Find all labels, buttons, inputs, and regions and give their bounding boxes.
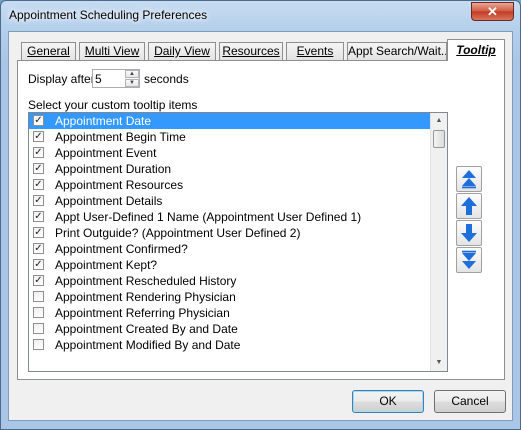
checkbox-checked[interactable]: ✓ <box>33 211 44 222</box>
tab-resources[interactable]: Resources <box>219 42 283 60</box>
spin-up-button[interactable]: ▲ <box>125 70 139 78</box>
scroll-thumb[interactable] <box>433 130 445 148</box>
checkbox-checked[interactable]: ✓ <box>33 147 44 158</box>
list-item[interactable]: ✓ Appointment Date <box>29 113 447 129</box>
checkbox-checked[interactable]: ✓ <box>33 259 44 270</box>
window-title: Appointment Scheduling Preferences <box>9 8 208 22</box>
dialog-client: General Multi View Daily View Resources … <box>8 31 513 421</box>
list-item-label: Print Outguide? (Appointment User Define… <box>55 226 301 240</box>
tab-label: Multi View <box>84 44 140 58</box>
tab-general[interactable]: General <box>21 42 76 60</box>
title-bar[interactable]: Appointment Scheduling Preferences ✕ <box>1 1 520 31</box>
list-item[interactable]: ✓ Appointment Kept? <box>29 257 447 273</box>
ok-button[interactable]: OK <box>352 390 424 413</box>
list-item[interactable]: Appointment Referring Physician <box>29 305 447 321</box>
list-item[interactable]: ✓ Appointment Begin Time <box>29 129 447 145</box>
list-item-label: Appointment Duration <box>55 162 172 176</box>
list-item[interactable]: ✓ Appt User-Defined 1 Name (Appointment U… <box>29 209 447 225</box>
list-item-label: Appt User-Defined 1 Name (Appointment Us… <box>55 210 362 224</box>
list-item[interactable]: ✓ Appointment Event <box>29 145 447 161</box>
tab-label: General <box>27 44 70 58</box>
list-item-label: Appointment Resources <box>55 178 184 192</box>
close-icon: ✕ <box>487 4 498 19</box>
list-item[interactable]: ✓ Appointment Rescheduled History <box>29 273 447 289</box>
tab-label: Events <box>296 44 334 58</box>
list-item-label: Appointment Kept? <box>55 258 158 272</box>
checkbox-checked[interactable]: ✓ <box>33 243 44 254</box>
tab-label: Daily View <box>154 44 210 58</box>
spin-down-icon: ▼ <box>129 80 135 86</box>
checkbox-unchecked[interactable] <box>33 307 44 318</box>
spin-up-icon: ▲ <box>129 71 135 77</box>
list-item-label: Appointment Begin Time <box>55 130 186 144</box>
checkbox-checked[interactable]: ✓ <box>33 115 44 126</box>
tooltip-tab-panel: Display after ▲ ▼ seconds Select your cu… <box>17 60 505 380</box>
spin-down-button[interactable]: ▼ <box>125 79 139 87</box>
close-button[interactable]: ✕ <box>471 2 514 21</box>
tab-label: Resources <box>222 44 280 58</box>
tab-tooltip[interactable]: Tooltip <box>447 39 505 61</box>
scroll-down-icon[interactable]: ▼ <box>431 355 447 371</box>
display-after-input[interactable] <box>95 71 125 86</box>
list-item[interactable]: ✓ Appointment Duration <box>29 161 447 177</box>
tab-events[interactable]: Events <box>286 42 344 60</box>
list-item-label: Appointment Rescheduled History <box>55 274 237 288</box>
tooltip-items-rows: ✓ Appointment Date ✓ Appointment Begin Time… <box>29 113 447 353</box>
list-item-label: Appointment Date <box>55 114 152 128</box>
display-after-spinner[interactable]: ▲ ▼ <box>92 69 140 88</box>
tab-daily-view[interactable]: Daily View <box>148 42 216 60</box>
tooltip-items-list[interactable]: ✓ Appointment Date ✓ Appointment Begin Time… <box>28 112 448 372</box>
list-item-label: Appointment Referring Physician <box>55 306 230 320</box>
tooltip-items-label: Select your custom tooltip items <box>28 98 198 112</box>
move-up-button[interactable] <box>456 193 482 219</box>
checkbox-checked[interactable]: ✓ <box>33 275 44 286</box>
list-item-label: Appointment Created By and Date <box>55 322 238 336</box>
move-top-icon <box>462 170 476 189</box>
list-item[interactable]: ✓ Appointment Confirmed? <box>29 241 447 257</box>
list-item[interactable]: ✓ Appointment Details <box>29 193 447 209</box>
checkbox-unchecked[interactable] <box>33 291 44 302</box>
list-item[interactable]: ✓ Print Outguide? (Appointment User Defin… <box>29 225 447 241</box>
move-down-button[interactable] <box>456 220 482 246</box>
seconds-label: seconds <box>144 72 189 86</box>
list-item[interactable]: Appointment Rendering Physician <box>29 289 447 305</box>
list-item-label: Appointment Rendering Physician <box>55 290 236 304</box>
checkbox-checked[interactable]: ✓ <box>33 163 44 174</box>
list-item[interactable]: ✓ Appointment Resources <box>29 177 447 193</box>
list-scrollbar[interactable]: ▲ ▼ <box>430 113 447 371</box>
list-item-label: Appointment Modified By and Date <box>55 338 241 352</box>
cancel-button[interactable]: Cancel <box>434 390 506 413</box>
checkbox-checked[interactable]: ✓ <box>33 131 44 142</box>
tab-multi-view[interactable]: Multi View <box>79 42 145 60</box>
list-item[interactable]: Appointment Created By and Date <box>29 321 447 337</box>
tab-label: Appt Search/Wait... <box>348 44 447 58</box>
list-item-label: Appointment Event <box>55 146 157 160</box>
checkbox-checked[interactable]: ✓ <box>33 195 44 206</box>
checkbox-checked[interactable]: ✓ <box>33 179 44 190</box>
scroll-up-icon[interactable]: ▲ <box>431 113 447 129</box>
move-up-icon <box>461 197 477 215</box>
display-after-label: Display after <box>28 72 95 86</box>
move-down-icon <box>461 224 477 242</box>
dialog-window: Appointment Scheduling Preferences ✕ Gen… <box>0 0 521 430</box>
checkbox-checked[interactable]: ✓ <box>33 227 44 238</box>
tab-label: Tooltip <box>456 43 496 57</box>
list-item[interactable]: Appointment Modified By and Date <box>29 337 447 353</box>
tab-appt-search-wait[interactable]: Appt Search/Wait... <box>347 42 447 60</box>
checkbox-unchecked[interactable] <box>33 323 44 334</box>
checkbox-unchecked[interactable] <box>33 339 44 350</box>
list-item-label: Appointment Confirmed? <box>55 242 188 256</box>
move-bottom-icon <box>462 250 476 269</box>
move-to-top-button[interactable] <box>456 166 482 192</box>
list-item-label: Appointment Details <box>55 194 163 208</box>
move-to-bottom-button[interactable] <box>456 247 482 273</box>
